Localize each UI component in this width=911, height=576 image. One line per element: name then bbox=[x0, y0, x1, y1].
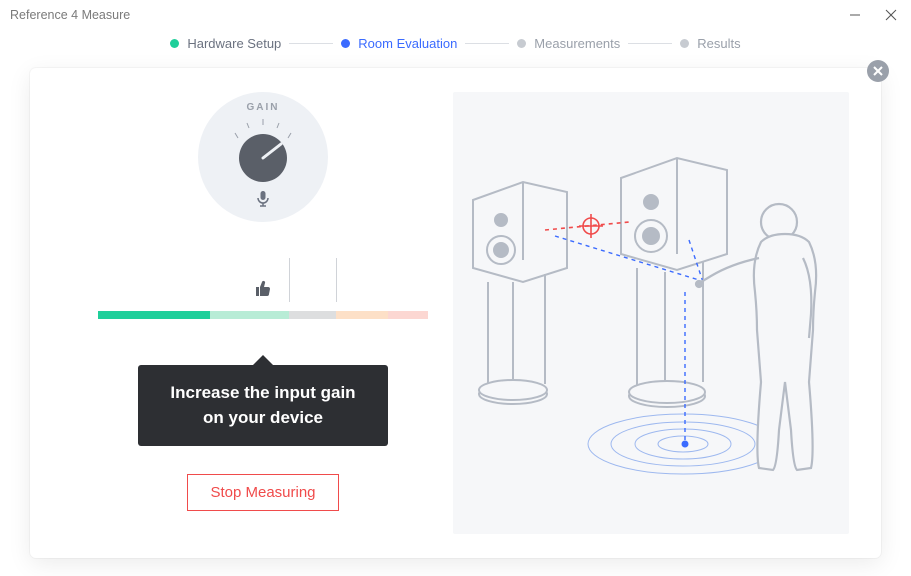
stop-button-label: Stop Measuring bbox=[210, 484, 315, 501]
stop-measuring-button[interactable]: Stop Measuring bbox=[187, 474, 338, 511]
step-room-evaluation[interactable]: Room Evaluation bbox=[341, 36, 457, 51]
step-label: Hardware Setup bbox=[187, 36, 281, 51]
window-controls bbox=[849, 9, 897, 21]
step-dot-icon bbox=[170, 39, 179, 48]
gain-meter bbox=[98, 278, 428, 319]
titlebar: Reference 4 Measure bbox=[0, 0, 911, 30]
tooltip-line-1: Increase the input gain bbox=[170, 383, 355, 402]
window-title: Reference 4 Measure bbox=[10, 8, 130, 22]
step-dot-icon bbox=[680, 39, 689, 48]
close-button[interactable] bbox=[885, 9, 897, 21]
step-dot-icon bbox=[341, 39, 350, 48]
thumbs-up-icon bbox=[243, 278, 283, 303]
room-illustration bbox=[453, 92, 849, 534]
step-connector bbox=[628, 43, 672, 44]
card-close-button[interactable] bbox=[867, 60, 889, 82]
step-results[interactable]: Results bbox=[680, 36, 740, 51]
step-label: Results bbox=[697, 36, 740, 51]
gain-label: GAIN bbox=[247, 102, 280, 113]
dial-knob-icon bbox=[218, 113, 308, 183]
meter-tick-high bbox=[336, 258, 337, 302]
main-card: GAIN bbox=[30, 68, 881, 558]
microphone-icon bbox=[256, 191, 270, 212]
close-icon bbox=[873, 66, 883, 76]
step-hardware-setup[interactable]: Hardware Setup bbox=[170, 36, 281, 51]
hint-tooltip: Increase the input gain on your device bbox=[138, 365, 388, 446]
step-connector bbox=[465, 43, 509, 44]
tooltip-line-2: on your device bbox=[203, 408, 323, 427]
gain-dial: GAIN bbox=[198, 92, 328, 222]
step-connector bbox=[289, 43, 333, 44]
minimize-button[interactable] bbox=[849, 9, 861, 21]
meter-bar bbox=[98, 311, 428, 319]
step-label: Room Evaluation bbox=[358, 36, 457, 51]
step-label: Measurements bbox=[534, 36, 620, 51]
wizard-stepper: Hardware Setup Room Evaluation Measureme… bbox=[0, 30, 911, 56]
step-dot-icon bbox=[517, 39, 526, 48]
meter-tick-low bbox=[289, 258, 290, 302]
step-measurements[interactable]: Measurements bbox=[517, 36, 620, 51]
